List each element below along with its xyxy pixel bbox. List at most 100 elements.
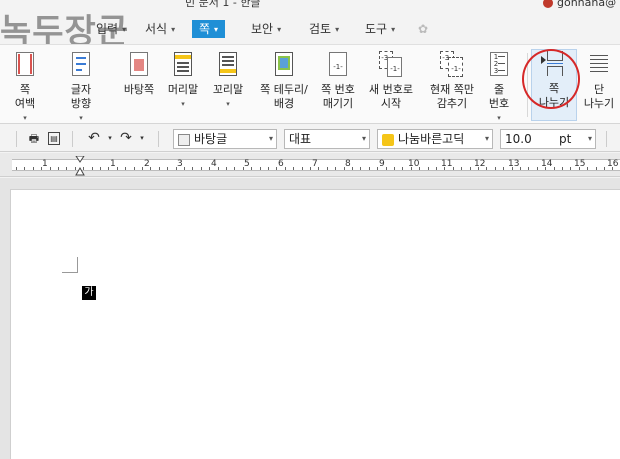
ruler-tick: [41, 167, 42, 170]
ruler-tick: [58, 167, 59, 170]
menu-review[interactable]: 검토 ▾: [309, 20, 339, 38]
footer-icon: [215, 51, 241, 79]
hide-page-button[interactable]: -3- -1- 현재 쪽만 감추기: [423, 51, 481, 121]
ruler-tick: [150, 167, 151, 170]
language-select[interactable]: 대표 ▾: [284, 129, 370, 149]
chevron-down-icon[interactable]: ▾: [134, 131, 150, 146]
ruler-tick: [428, 167, 429, 170]
ruler-tick: [554, 167, 555, 170]
page-sheet[interactable]: 가: [11, 190, 620, 459]
user-name: gonhaha@: [557, 0, 617, 9]
menu-insert[interactable]: 입력 ▾: [96, 20, 126, 38]
margin-corner-mark: [62, 257, 78, 273]
ruler-tick: [596, 167, 597, 170]
ruler-tick: [495, 167, 496, 170]
menu-extra[interactable]: ✿: [418, 20, 428, 38]
style-value: 바탕글: [194, 132, 228, 146]
selected-character[interactable]: 가: [82, 286, 96, 300]
ruler-tick: [167, 167, 168, 170]
chevron-down-icon: ▾: [484, 134, 489, 143]
new-number-icon: -3- -1-: [378, 51, 404, 79]
title-bar: 빈 문서 1 - 한글 gonhaha@: [0, 0, 620, 12]
horizontal-ruler[interactable]: 1 1 2 3 4 5 6 7 8 9 10 11 12 13 14 15 16: [0, 153, 620, 177]
ruler-tick: [134, 167, 135, 170]
ruler-tick: [453, 167, 454, 170]
document-title: 빈 문서 1 - 한글: [185, 0, 261, 9]
chevron-down-icon: ▾: [277, 24, 282, 34]
header-label: 머리말: [167, 83, 199, 96]
hide-page-icon: -3- -1-: [439, 51, 465, 79]
master-page-icon: [126, 51, 152, 79]
chevron-down-icon: ▾: [171, 24, 176, 34]
ruler-tick: [184, 167, 185, 170]
ruler-tick: [604, 167, 605, 170]
font-icon: [382, 133, 394, 146]
chevron-down-icon: ▾: [122, 24, 127, 34]
page-number-button[interactable]: -1- 쪽 번호 매기기: [313, 51, 363, 121]
footer-button[interactable]: 꼬리말 ▾: [203, 51, 253, 121]
ruler-tick: [243, 167, 244, 170]
menu-insert-label: 입력: [96, 22, 119, 36]
column-break-label-1: 단: [593, 83, 605, 96]
page-margin-label-1: 쪽: [19, 83, 31, 96]
indent-marker-icon[interactable]: [75, 156, 85, 176]
user-account[interactable]: gonhaha@: [543, 0, 616, 9]
page-number-label-1: 쪽 번호: [321, 83, 355, 96]
ruler-tick: [276, 167, 277, 170]
ruler-label: 7: [312, 159, 318, 169]
ruler-tick: [117, 167, 118, 170]
text-direction-label-2: 방향: [70, 97, 92, 110]
ruler-tick: [419, 167, 420, 170]
ruler-label: 8: [345, 159, 351, 169]
ruler-tick: [369, 167, 370, 170]
page-border-button[interactable]: 쪽 테두리/배경: [255, 51, 313, 121]
menu-review-label: 검토: [309, 22, 332, 36]
toolbar-separator: [606, 131, 607, 147]
ruler-tick: [176, 167, 177, 170]
ruler-tick: [260, 167, 261, 170]
menu-tools[interactable]: 도구 ▾: [365, 20, 395, 38]
chevron-down-icon: ▾: [268, 134, 273, 143]
ruler-tick: [528, 167, 529, 170]
master-page-button[interactable]: 바탕쪽: [114, 51, 164, 121]
menu-tools-label: 도구: [365, 22, 388, 36]
menu-page[interactable]: 쪽 ▾: [192, 20, 226, 38]
page-margin-button[interactable]: 쪽 여백 ▾: [0, 51, 50, 122]
line-number-button[interactable]: 1 2 3 줄 번호 ▾: [474, 51, 524, 122]
text-direction-button[interactable]: 글자 방향 ▾: [56, 51, 106, 122]
ruler-tick: [66, 167, 67, 170]
preview-icon[interactable]: ▤: [48, 132, 60, 145]
ruler-label: 11: [441, 159, 453, 169]
ruler-tick: [234, 167, 235, 170]
font-size-unit: pt: [559, 132, 572, 146]
page-number-label-2: 매기기: [322, 97, 354, 110]
header-icon: [170, 51, 196, 79]
page-border-label-1: 쪽 테두리/: [260, 83, 308, 96]
ruler-tick: [24, 167, 25, 170]
ruler-tick: [344, 167, 345, 170]
menu-security[interactable]: 보안 ▾: [251, 20, 281, 38]
font-select[interactable]: 나눔바른고딕 ▾: [377, 129, 493, 149]
ruler-label: 13: [508, 159, 520, 169]
page-border-label-2: 배경: [273, 97, 295, 110]
language-value: 대표: [289, 132, 312, 146]
ruler-tick: [461, 167, 462, 170]
chevron-down-icon[interactable]: ▾: [102, 131, 118, 146]
menu-format[interactable]: 서식 ▾: [145, 20, 175, 38]
redo-icon[interactable]: ↷: [118, 131, 134, 146]
header-button[interactable]: 머리말 ▾: [158, 51, 208, 121]
page-number-icon: -1-: [325, 51, 351, 79]
ruler-tick: [503, 167, 504, 170]
font-value: 나눔바른고딕: [398, 132, 465, 146]
ruler-tick: [360, 167, 361, 170]
style-select[interactable]: 바탕글 ▾: [173, 129, 277, 149]
ruler-tick: [226, 167, 227, 170]
column-break-button[interactable]: 단 나누기: [578, 51, 620, 121]
ruler-tick: [335, 167, 336, 170]
ruler-tick: [75, 167, 76, 170]
new-number-button[interactable]: -3- -1- 새 번호로 시작: [366, 51, 416, 121]
print-icon[interactable]: 🖶: [26, 131, 42, 146]
ruler-tick: [83, 167, 84, 170]
font-size-select[interactable]: 10.0 pt ▾: [500, 129, 596, 149]
undo-icon[interactable]: ↶: [86, 131, 102, 146]
